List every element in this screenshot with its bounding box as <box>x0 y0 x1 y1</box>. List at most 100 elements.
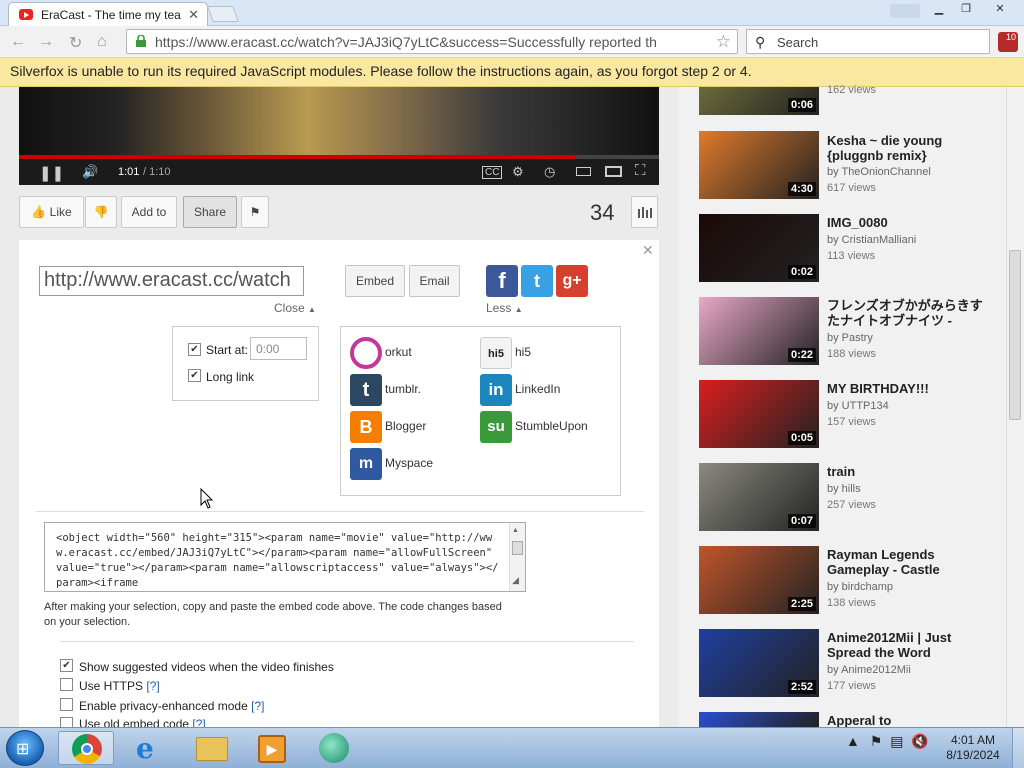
start-at-checkbox[interactable]: ✔ <box>188 343 201 356</box>
like-button[interactable]: 👍 Like <box>19 196 84 228</box>
help-link[interactable]: [?] <box>251 699 264 713</box>
video-thumbnail[interactable] <box>699 712 819 727</box>
less-link[interactable]: Less ▲ <box>486 301 523 315</box>
video-uploader[interactable]: by birdchamp <box>827 581 893 593</box>
show-hidden-icons-icon[interactable]: ▲ <box>846 733 860 749</box>
share-button[interactable]: Share <box>183 196 237 228</box>
resize-grip-icon[interactable]: ◢ <box>512 575 519 586</box>
network-icon[interactable]: ▤ <box>890 733 903 749</box>
myspace-icon[interactable]: m <box>350 448 382 480</box>
restore-button[interactable]: ❐ <box>953 0 979 18</box>
profile-button[interactable] <box>890 4 920 18</box>
suggested-videos-checkbox[interactable]: ✔ <box>60 659 73 672</box>
minimize-button[interactable]: ▁ <box>926 0 952 18</box>
myspace-label[interactable]: Myspace <box>385 456 433 470</box>
video-thumbnail[interactable]: 0:06 <box>699 87 819 115</box>
close-link[interactable]: Close ▲ <box>274 301 316 315</box>
video-title[interactable]: MY BIRTHDAY!!! <box>827 381 992 396</box>
start-time-input[interactable]: 0:00 <box>250 337 307 360</box>
settings-gear-icon[interactable]: ⚙ <box>512 164 524 180</box>
stats-button[interactable] <box>631 196 658 228</box>
help-link[interactable]: [?] <box>146 679 159 693</box>
scroll-up-icon[interactable]: ▲ <box>512 527 519 534</box>
twitter-icon[interactable]: t <box>521 265 553 297</box>
large-player-icon[interactable] <box>605 166 622 177</box>
orkut-icon[interactable] <box>350 337 382 369</box>
watch-later-clock-icon[interactable]: ◷ <box>544 164 555 180</box>
taskbar-app[interactable] <box>306 731 362 765</box>
captions-icon[interactable]: CC <box>482 166 503 179</box>
facebook-icon[interactable]: f <box>486 265 518 297</box>
video-thumbnail[interactable]: 4:30 <box>699 131 819 199</box>
video-uploader[interactable]: by Pastry <box>827 332 873 344</box>
video-frame[interactable] <box>19 87 659 159</box>
video-uploader[interactable]: by CristianMalliani <box>827 234 916 246</box>
embed-scrollbar[interactable]: ▲ ◢ <box>509 523 525 591</box>
video-thumbnail[interactable]: 2:25 <box>699 546 819 614</box>
clock[interactable]: 4:01 AM 8/19/2024 <box>940 733 1006 763</box>
video-title[interactable]: Apperal to <box>827 713 992 727</box>
show-desktop-button[interactable] <box>1012 728 1024 768</box>
video-title[interactable]: Rayman Legends Gameplay - Castle <box>827 547 992 577</box>
tumblr-icon[interactable]: t <box>350 374 382 406</box>
video-uploader[interactable]: by Anime2012Mii <box>827 664 911 676</box>
tumblr-label[interactable]: tumblr. <box>385 382 421 396</box>
fullscreen-icon[interactable]: ⛶ <box>635 162 646 179</box>
scroll-thumb[interactable] <box>512 541 523 555</box>
video-title[interactable]: フレンズオブかがみらきすたナイトオブナイツ - <box>827 298 992 328</box>
stumbleupon-label[interactable]: StumbleUpon <box>515 419 588 433</box>
video-thumbnail[interactable]: 2:52 <box>699 629 819 697</box>
volume-muted-icon[interactable]: 🔇 <box>911 733 928 749</box>
video-thumbnail[interactable]: 0:02 <box>699 214 819 282</box>
long-link-checkbox[interactable]: ✔ <box>188 369 201 382</box>
dislike-button[interactable]: 👎 <box>85 196 117 228</box>
forward-arrow-icon[interactable]: → <box>38 33 54 51</box>
blogger-label[interactable]: Blogger <box>385 419 426 433</box>
video-uploader[interactable]: by hills <box>827 483 861 495</box>
new-tab-button[interactable] <box>207 6 239 22</box>
home-icon[interactable]: ⌂ <box>97 33 107 51</box>
taskbar-explorer[interactable] <box>184 731 240 765</box>
taskbar-ie[interactable]: e <box>122 731 178 765</box>
volume-icon[interactable]: 🔊 <box>82 164 98 180</box>
https-checkbox[interactable] <box>60 678 73 691</box>
video-uploader[interactable]: by UTTP134 <box>827 400 889 412</box>
linkedin-icon[interactable]: in <box>480 374 512 406</box>
address-bar[interactable]: https://www.eracast.cc/watch?v=JAJ3iQ7yL… <box>126 29 738 54</box>
start-button[interactable]: ⊞ <box>6 730 44 766</box>
search-box[interactable]: ⚲ Search <box>746 29 990 54</box>
close-window-button[interactable]: ✕ <box>984 0 1016 18</box>
back-arrow-icon[interactable]: ← <box>10 33 26 51</box>
help-link[interactable]: [?] <box>192 717 205 727</box>
hi5-icon[interactable]: hi5 <box>480 337 512 369</box>
privacy-mode-checkbox[interactable] <box>60 698 73 711</box>
video-thumbnail[interactable]: 0:05 <box>699 380 819 448</box>
flag-button[interactable]: ⚑ <box>241 196 269 228</box>
flag-icon[interactable]: ⚑ <box>870 733 883 749</box>
add-to-button[interactable]: Add to <box>121 196 177 228</box>
video-thumbnail[interactable]: 0:22 <box>699 297 819 365</box>
small-player-icon[interactable] <box>576 167 591 176</box>
google-plus-icon[interactable]: g+ <box>556 265 588 297</box>
taskbar-media-player[interactable]: ▶ <box>244 731 300 765</box>
blogger-icon[interactable]: B <box>350 411 382 443</box>
share-url-field[interactable]: http://www.eracast.cc/watch <box>39 266 304 296</box>
embed-button[interactable]: Embed <box>345 265 405 297</box>
page-scroll-thumb[interactable] <box>1009 250 1021 420</box>
taskbar-chrome[interactable] <box>58 731 114 765</box>
email-button[interactable]: Email <box>409 265 460 297</box>
orkut-label[interactable]: orkut <box>385 345 412 359</box>
video-title[interactable]: train <box>827 464 992 479</box>
close-share-icon[interactable]: ✕ <box>642 242 654 259</box>
video-title[interactable]: Anime2012Mii | Just Spread the Word <box>827 630 992 660</box>
video-title[interactable]: IMG_0080 <box>827 215 992 230</box>
video-title[interactable]: Kesha ~ die young {pluggnb remix} <box>827 133 992 163</box>
pause-icon[interactable]: ❚❚ <box>39 164 64 182</box>
reload-icon[interactable]: ↻ <box>69 33 82 53</box>
video-uploader[interactable]: by TheOnionChannel <box>827 166 931 178</box>
close-tab-icon[interactable]: ✕ <box>188 7 199 23</box>
hi5-label[interactable]: hi5 <box>515 345 531 359</box>
embed-code-textarea[interactable]: <object width="560" height="315"><param … <box>44 522 526 592</box>
bookmark-star-icon[interactable]: ☆ <box>716 32 731 52</box>
extension-badge-icon[interactable]: 10 <box>998 32 1018 52</box>
